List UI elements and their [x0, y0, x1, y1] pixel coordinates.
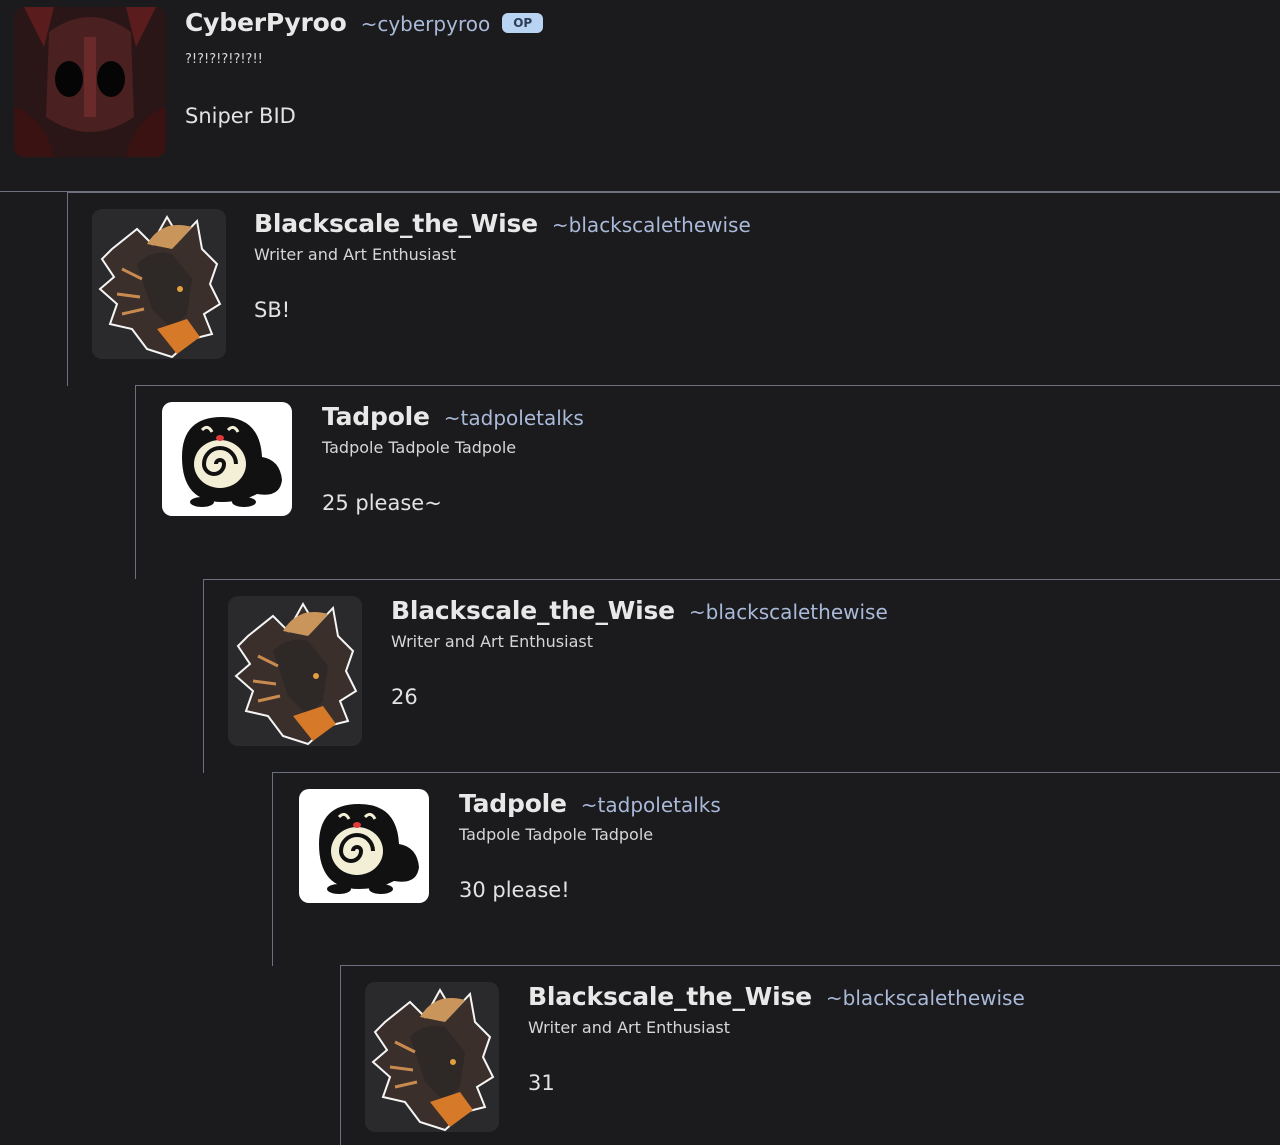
display-name[interactable]: Blackscale_the_Wise [391, 596, 675, 625]
user-tagline: Writer and Art Enthusiast [391, 632, 593, 651]
comment-thread: CyberPyroo ~cyberpyroo OP ?!?!?!?!?!?!! … [0, 0, 1280, 1145]
comment-header: CyberPyroo ~cyberpyroo OP [185, 8, 544, 37]
comment-header: Blackscale_the_Wise ~blackscalethewise [254, 209, 751, 238]
display-name[interactable]: Tadpole [322, 402, 430, 431]
comment-body: SB! [254, 298, 291, 322]
comment-body: 31 [528, 1071, 555, 1095]
comment-header: Tadpole ~tadpoletalks [322, 402, 584, 431]
comment-header: Blackscale_the_Wise ~blackscalethewise [528, 982, 1025, 1011]
dragon-avatar[interactable] [92, 209, 226, 359]
tadpole-avatar[interactable] [162, 402, 292, 516]
comment-reply: Blackscale_the_Wise ~blackscalethewise W… [67, 192, 1280, 386]
comment-reply: Tadpole ~tadpoletalks Tadpole Tadpole Ta… [135, 385, 1280, 579]
masked-figure-avatar[interactable] [14, 7, 166, 157]
comment-header: Tadpole ~tadpoletalks [459, 789, 721, 818]
display-name[interactable]: Blackscale_the_Wise [528, 982, 812, 1011]
comment-body: 25 please~ [322, 491, 442, 515]
username-link[interactable]: ~tadpoletalks [444, 406, 584, 430]
user-tagline: Tadpole Tadpole Tadpole [459, 825, 654, 844]
comment-reply: Blackscale_the_Wise ~blackscalethewise W… [340, 965, 1280, 1145]
user-tagline: Writer and Art Enthusiast [254, 245, 456, 264]
comment-body: 26 [391, 685, 418, 709]
display-name[interactable]: Tadpole [459, 789, 567, 818]
username-link[interactable]: ~blackscalethewise [689, 600, 888, 624]
user-tagline: Tadpole Tadpole Tadpole [322, 438, 517, 457]
tadpole-avatar[interactable] [299, 789, 429, 903]
comment-op: CyberPyroo ~cyberpyroo OP ?!?!?!?!?!?!! … [0, 0, 1280, 192]
op-badge: OP [502, 13, 544, 33]
user-tagline: Writer and Art Enthusiast [528, 1018, 730, 1037]
comment-reply: Tadpole ~tadpoletalks Tadpole Tadpole Ta… [272, 772, 1280, 966]
username-link[interactable]: ~cyberpyroo [361, 12, 491, 36]
display-name[interactable]: CyberPyroo [185, 8, 347, 37]
comment-header: Blackscale_the_Wise ~blackscalethewise [391, 596, 888, 625]
username-link[interactable]: ~tadpoletalks [581, 793, 721, 817]
display-name[interactable]: Blackscale_the_Wise [254, 209, 538, 238]
dragon-avatar[interactable] [228, 596, 362, 746]
comment-body: 30 please! [459, 878, 570, 902]
comment-body: Sniper BID [185, 104, 296, 128]
dragon-avatar[interactable] [365, 982, 499, 1132]
username-link[interactable]: ~blackscalethewise [826, 986, 1025, 1010]
username-link[interactable]: ~blackscalethewise [552, 213, 751, 237]
comment-reply: Blackscale_the_Wise ~blackscalethewise W… [203, 579, 1280, 773]
user-tagline: ?!?!?!?!?!?!! [185, 52, 263, 67]
